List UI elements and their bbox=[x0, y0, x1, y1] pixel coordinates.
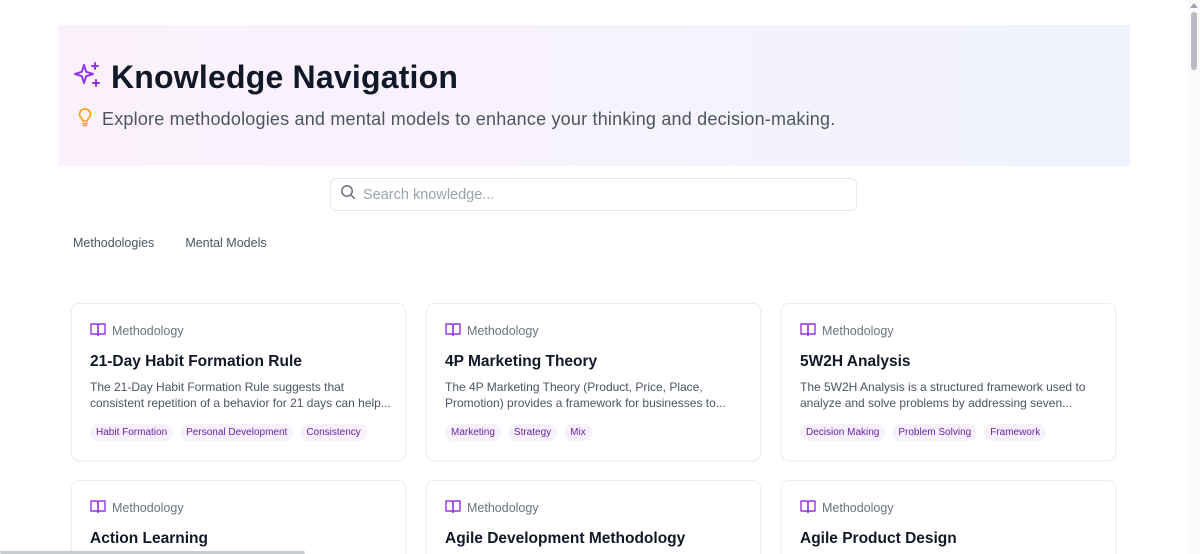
knowledge-card[interactable]: Methodology 5W2H Analysis The 5W2H Analy… bbox=[781, 303, 1116, 461]
book-icon bbox=[445, 499, 461, 517]
card-description: The 5W2H Analysis is a structured framew… bbox=[800, 379, 1100, 411]
lightbulb-icon bbox=[76, 107, 94, 132]
tag-badge[interactable]: Personal Development bbox=[180, 424, 294, 441]
book-icon bbox=[445, 322, 461, 340]
page-subtitle-row: Explore methodologies and mental models … bbox=[76, 107, 835, 132]
tab-bar: Methodologies Mental Models bbox=[73, 236, 298, 250]
scroll-up-arrow-icon[interactable] bbox=[1190, 3, 1198, 8]
book-icon bbox=[90, 499, 106, 517]
card-title: 21-Day Habit Formation Rule bbox=[90, 353, 302, 370]
tag-list: Habit Formation Personal Development Con… bbox=[90, 424, 374, 441]
knowledge-card[interactable]: Methodology Agile Product Design bbox=[781, 480, 1116, 554]
card-description-line: consistent repetition of a behavior for … bbox=[90, 396, 390, 410]
book-icon bbox=[800, 322, 816, 340]
tag-badge[interactable]: Mix bbox=[564, 424, 592, 441]
book-icon bbox=[800, 499, 816, 517]
card-type-label: Methodology bbox=[445, 322, 539, 340]
tag-list: Decision Making Problem Solving Framewor… bbox=[800, 424, 1053, 441]
card-type: Methodology bbox=[822, 324, 894, 338]
card-description-line: analyze and solve problems by addressing… bbox=[800, 396, 1073, 410]
card-type: Methodology bbox=[112, 501, 184, 515]
scroll-thumb[interactable] bbox=[1191, 12, 1197, 70]
tag-badge[interactable]: Framework bbox=[984, 424, 1047, 441]
card-type: Methodology bbox=[467, 501, 539, 515]
tag-badge[interactable]: Problem Solving bbox=[892, 424, 978, 441]
tag-list: Marketing Strategy Mix bbox=[445, 424, 599, 441]
knowledge-card[interactable]: Methodology Agile Development Methodolog… bbox=[426, 480, 761, 554]
card-type: Methodology bbox=[112, 324, 184, 338]
card-title: Action Learning bbox=[90, 530, 208, 547]
page-header: Knowledge Navigation bbox=[72, 59, 458, 96]
card-type-label: Methodology bbox=[90, 322, 184, 340]
vertical-scrollbar[interactable] bbox=[1188, 0, 1200, 554]
card-description-line: Promotion) provides a framework for busi… bbox=[445, 396, 726, 410]
tag-badge[interactable]: Decision Making bbox=[800, 424, 886, 441]
page-subtitle: Explore methodologies and mental models … bbox=[102, 109, 836, 129]
card-title: 5W2H Analysis bbox=[800, 353, 911, 370]
card-description-line: The 5W2H Analysis is a structured framew… bbox=[800, 380, 1086, 394]
card-type-label: Methodology bbox=[800, 322, 894, 340]
card-type: Methodology bbox=[467, 324, 539, 338]
tab-mental-models[interactable]: Mental Models bbox=[185, 236, 266, 250]
card-type-label: Methodology bbox=[800, 499, 894, 517]
tag-badge[interactable]: Consistency bbox=[300, 424, 367, 441]
hero-banner: Knowledge Navigation Explore methodologi… bbox=[58, 25, 1130, 166]
card-title: Agile Product Design bbox=[800, 530, 957, 547]
search-input[interactable] bbox=[363, 186, 843, 203]
tag-badge[interactable]: Marketing bbox=[445, 424, 501, 441]
card-description-line: The 21-Day Habit Formation Rule suggests… bbox=[90, 380, 345, 394]
search-bar[interactable] bbox=[330, 178, 857, 211]
card-description: The 21-Day Habit Formation Rule suggests… bbox=[90, 379, 390, 411]
card-type: Methodology bbox=[822, 501, 894, 515]
book-icon bbox=[90, 322, 106, 340]
knowledge-card[interactable]: Methodology 21-Day Habit Formation Rule … bbox=[71, 303, 406, 461]
sparkles-icon bbox=[72, 60, 102, 95]
knowledge-card[interactable]: Methodology 4P Marketing Theory The 4P M… bbox=[426, 303, 761, 461]
card-title: Agile Development Methodology bbox=[445, 530, 686, 547]
card-type-label: Methodology bbox=[445, 499, 539, 517]
tab-methodologies[interactable]: Methodologies bbox=[73, 236, 154, 250]
card-description-line: The 4P Marketing Theory (Product, Price,… bbox=[445, 380, 703, 394]
card-title: 4P Marketing Theory bbox=[445, 353, 598, 370]
tag-badge[interactable]: Strategy bbox=[507, 424, 558, 441]
card-description: The 4P Marketing Theory (Product, Price,… bbox=[445, 379, 745, 411]
knowledge-card[interactable]: Methodology Action Learning bbox=[71, 480, 406, 554]
card-type-label: Methodology bbox=[90, 499, 184, 517]
page-title: Knowledge Navigation bbox=[111, 59, 459, 95]
search-icon bbox=[340, 184, 356, 205]
tag-badge[interactable]: Habit Formation bbox=[90, 424, 174, 441]
